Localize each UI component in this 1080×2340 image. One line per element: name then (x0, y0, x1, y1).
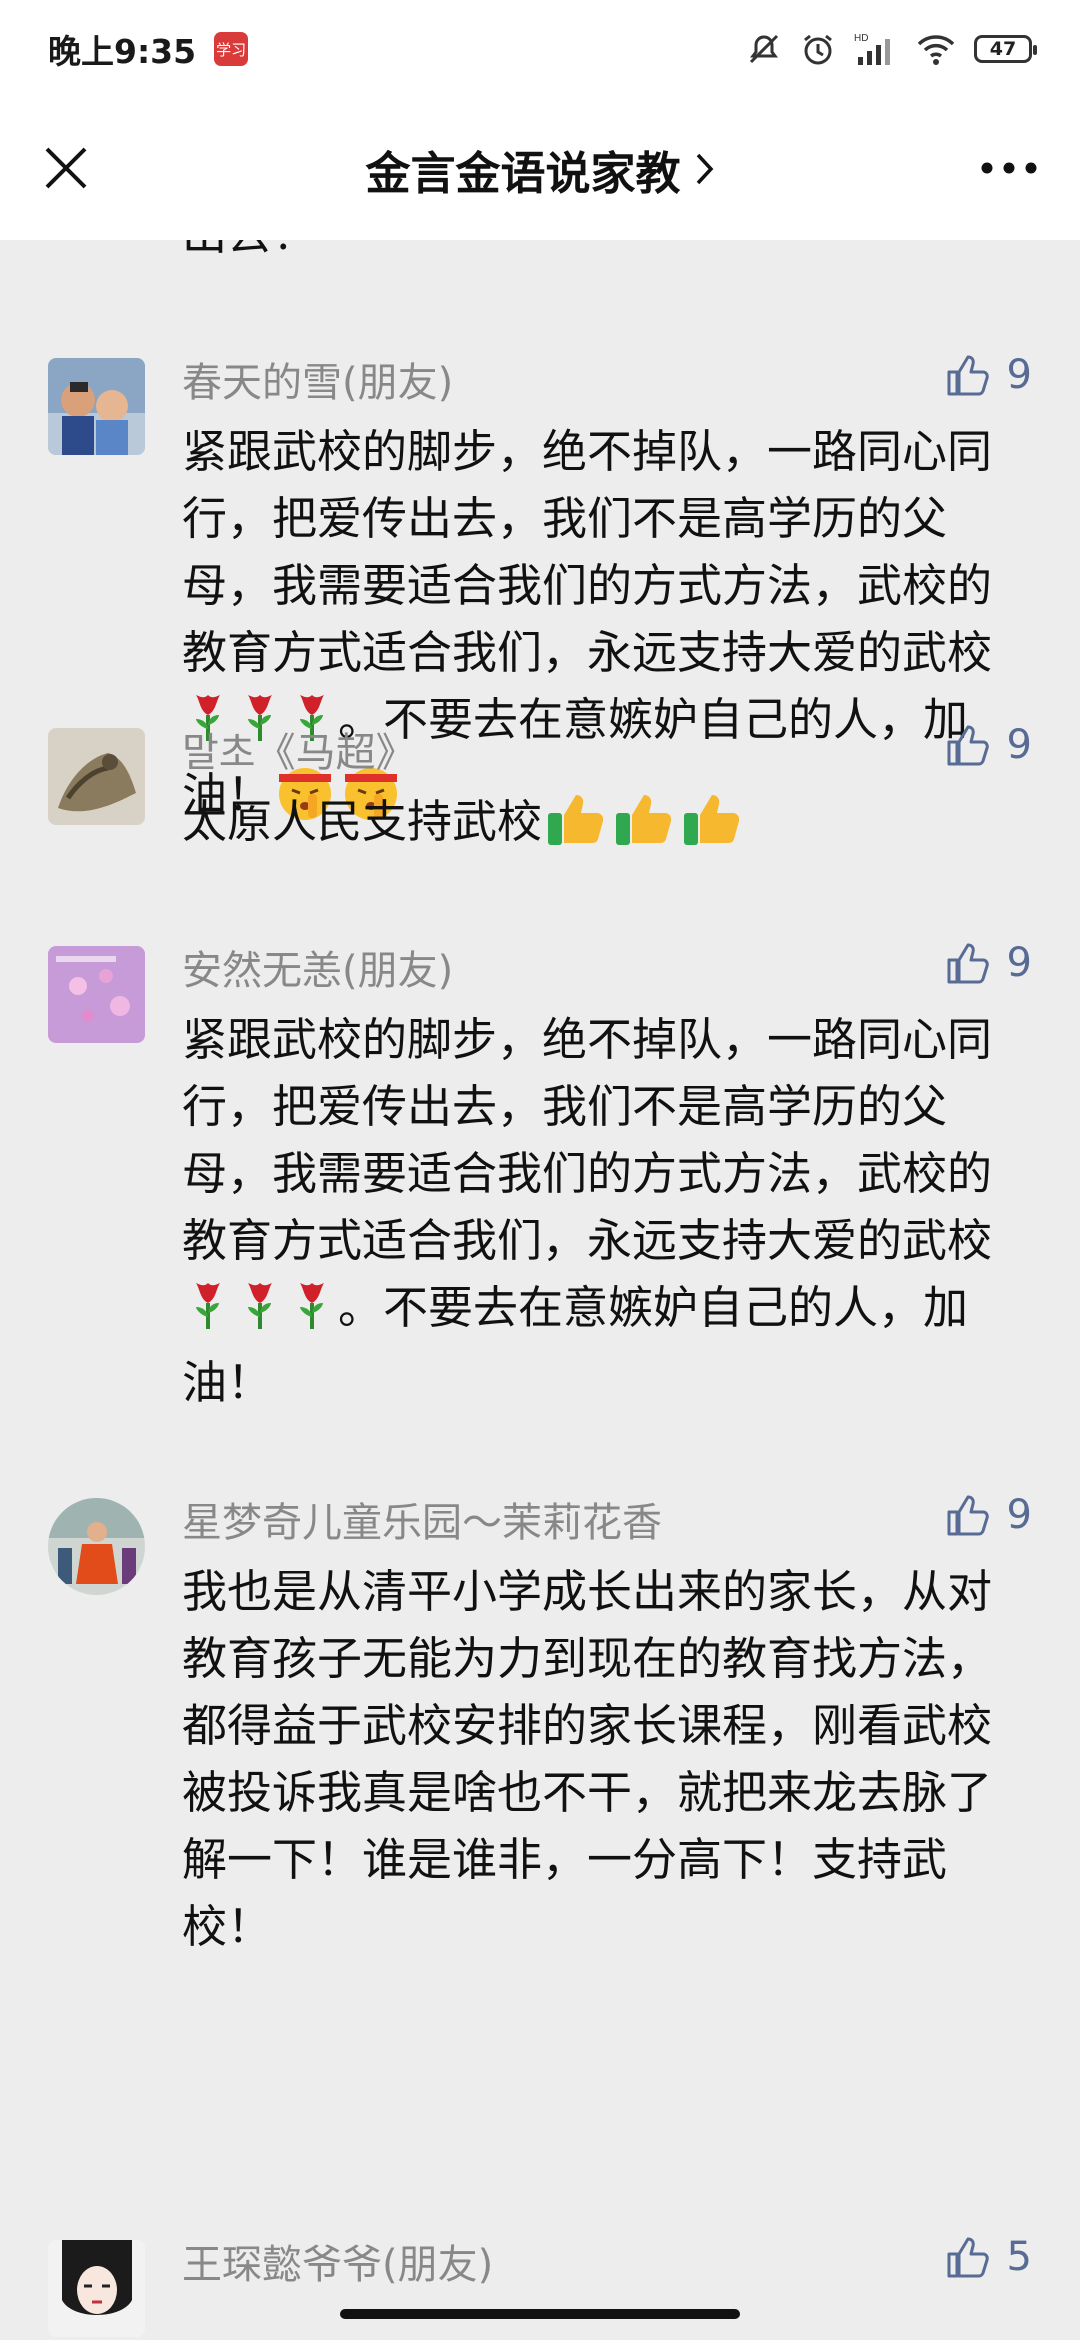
wifi-icon (917, 35, 955, 65)
avatar[interactable] (48, 946, 145, 1043)
more-icon (981, 162, 1037, 174)
comment-text: 紧跟武校的脚步，绝不掉队，一路同心同行，把爱传出去，我们不是高学历的父母，我需要… (182, 1013, 993, 1409)
nav-bar: 金言金语说家教 (0, 98, 1080, 240)
app-badge-icon: 学习 (214, 32, 249, 66)
comment-text: 我也是从清平小学成长出来的家长，从对教育孩子无能为力到现在的教育找方法，都得益于… (182, 1565, 993, 1953)
thumbs-up-icon (947, 355, 989, 396)
chevron-right-icon (695, 152, 715, 186)
hd-signal-icon: HD (854, 33, 890, 65)
like-count: 9 (1006, 940, 1032, 986)
like-button[interactable]: 9 (945, 1492, 1032, 1538)
like-count: 9 (1006, 352, 1032, 398)
page-title: 金言金语说家教 (365, 146, 681, 200)
alarm-icon (804, 34, 832, 65)
comment-author[interactable]: 말초《马超》 (182, 728, 416, 778)
avatar[interactable] (48, 2240, 145, 2337)
like-button[interactable]: 5 (945, 2234, 1032, 2280)
svg-text:HD: HD (854, 33, 868, 44)
comment-author[interactable]: 春天的雪(朋友) (182, 358, 453, 408)
previous-comment-tail: 出去！ (182, 240, 317, 267)
like-button[interactable]: 9 (945, 722, 1032, 768)
comment-feed[interactable]: 出去！ 春天的雪(朋友) 9 紧跟武校的脚步，绝不掉队，一路同心同行，把爱传出去… (0, 240, 1080, 2340)
comment-author[interactable]: 星梦奇儿童乐园～茉莉花香 (182, 1498, 662, 1548)
rose-icon (188, 1277, 228, 1349)
thumbs-up-icon (947, 943, 989, 984)
like-button[interactable]: 9 (945, 940, 1032, 986)
avatar[interactable] (48, 728, 145, 825)
thumbs-up-icon (947, 725, 989, 766)
battery-level: 47 (989, 38, 1017, 60)
battery-icon: 47 (974, 35, 1037, 63)
thumbs-up-emoji-icon (612, 791, 676, 865)
like-count: 9 (1006, 722, 1032, 768)
like-button[interactable]: 9 (945, 352, 1032, 398)
avatar[interactable] (48, 358, 145, 455)
thumbs-up-icon (947, 1495, 989, 1536)
like-count: 9 (1006, 1492, 1032, 1538)
page-title-button[interactable]: 金言金语说家教 (0, 98, 1080, 240)
more-button[interactable] (974, 138, 1044, 198)
rose-icon (240, 1277, 280, 1349)
comment-author[interactable]: 王琛懿爷爷(朋友) (182, 2240, 493, 2290)
mute-icon (749, 34, 779, 64)
status-icons: HD 47 (746, 31, 1037, 67)
rose-icon (292, 1277, 332, 1349)
status-time: 晚上9:35 (48, 32, 197, 71)
avatar[interactable] (48, 1498, 145, 1595)
thumbs-up-emoji-icon (544, 791, 608, 865)
comment-author[interactable]: 安然无恙(朋友) (182, 946, 453, 996)
thumbs-up-icon (947, 2237, 989, 2278)
status-bar: 晚上9:35 学习 HD 47 (0, 0, 1080, 98)
thumbs-up-emoji-icon (680, 791, 744, 865)
like-count: 5 (1006, 2234, 1032, 2280)
home-indicator[interactable] (340, 2309, 740, 2319)
comment-text: 太原人民支持武校 (182, 788, 1032, 865)
